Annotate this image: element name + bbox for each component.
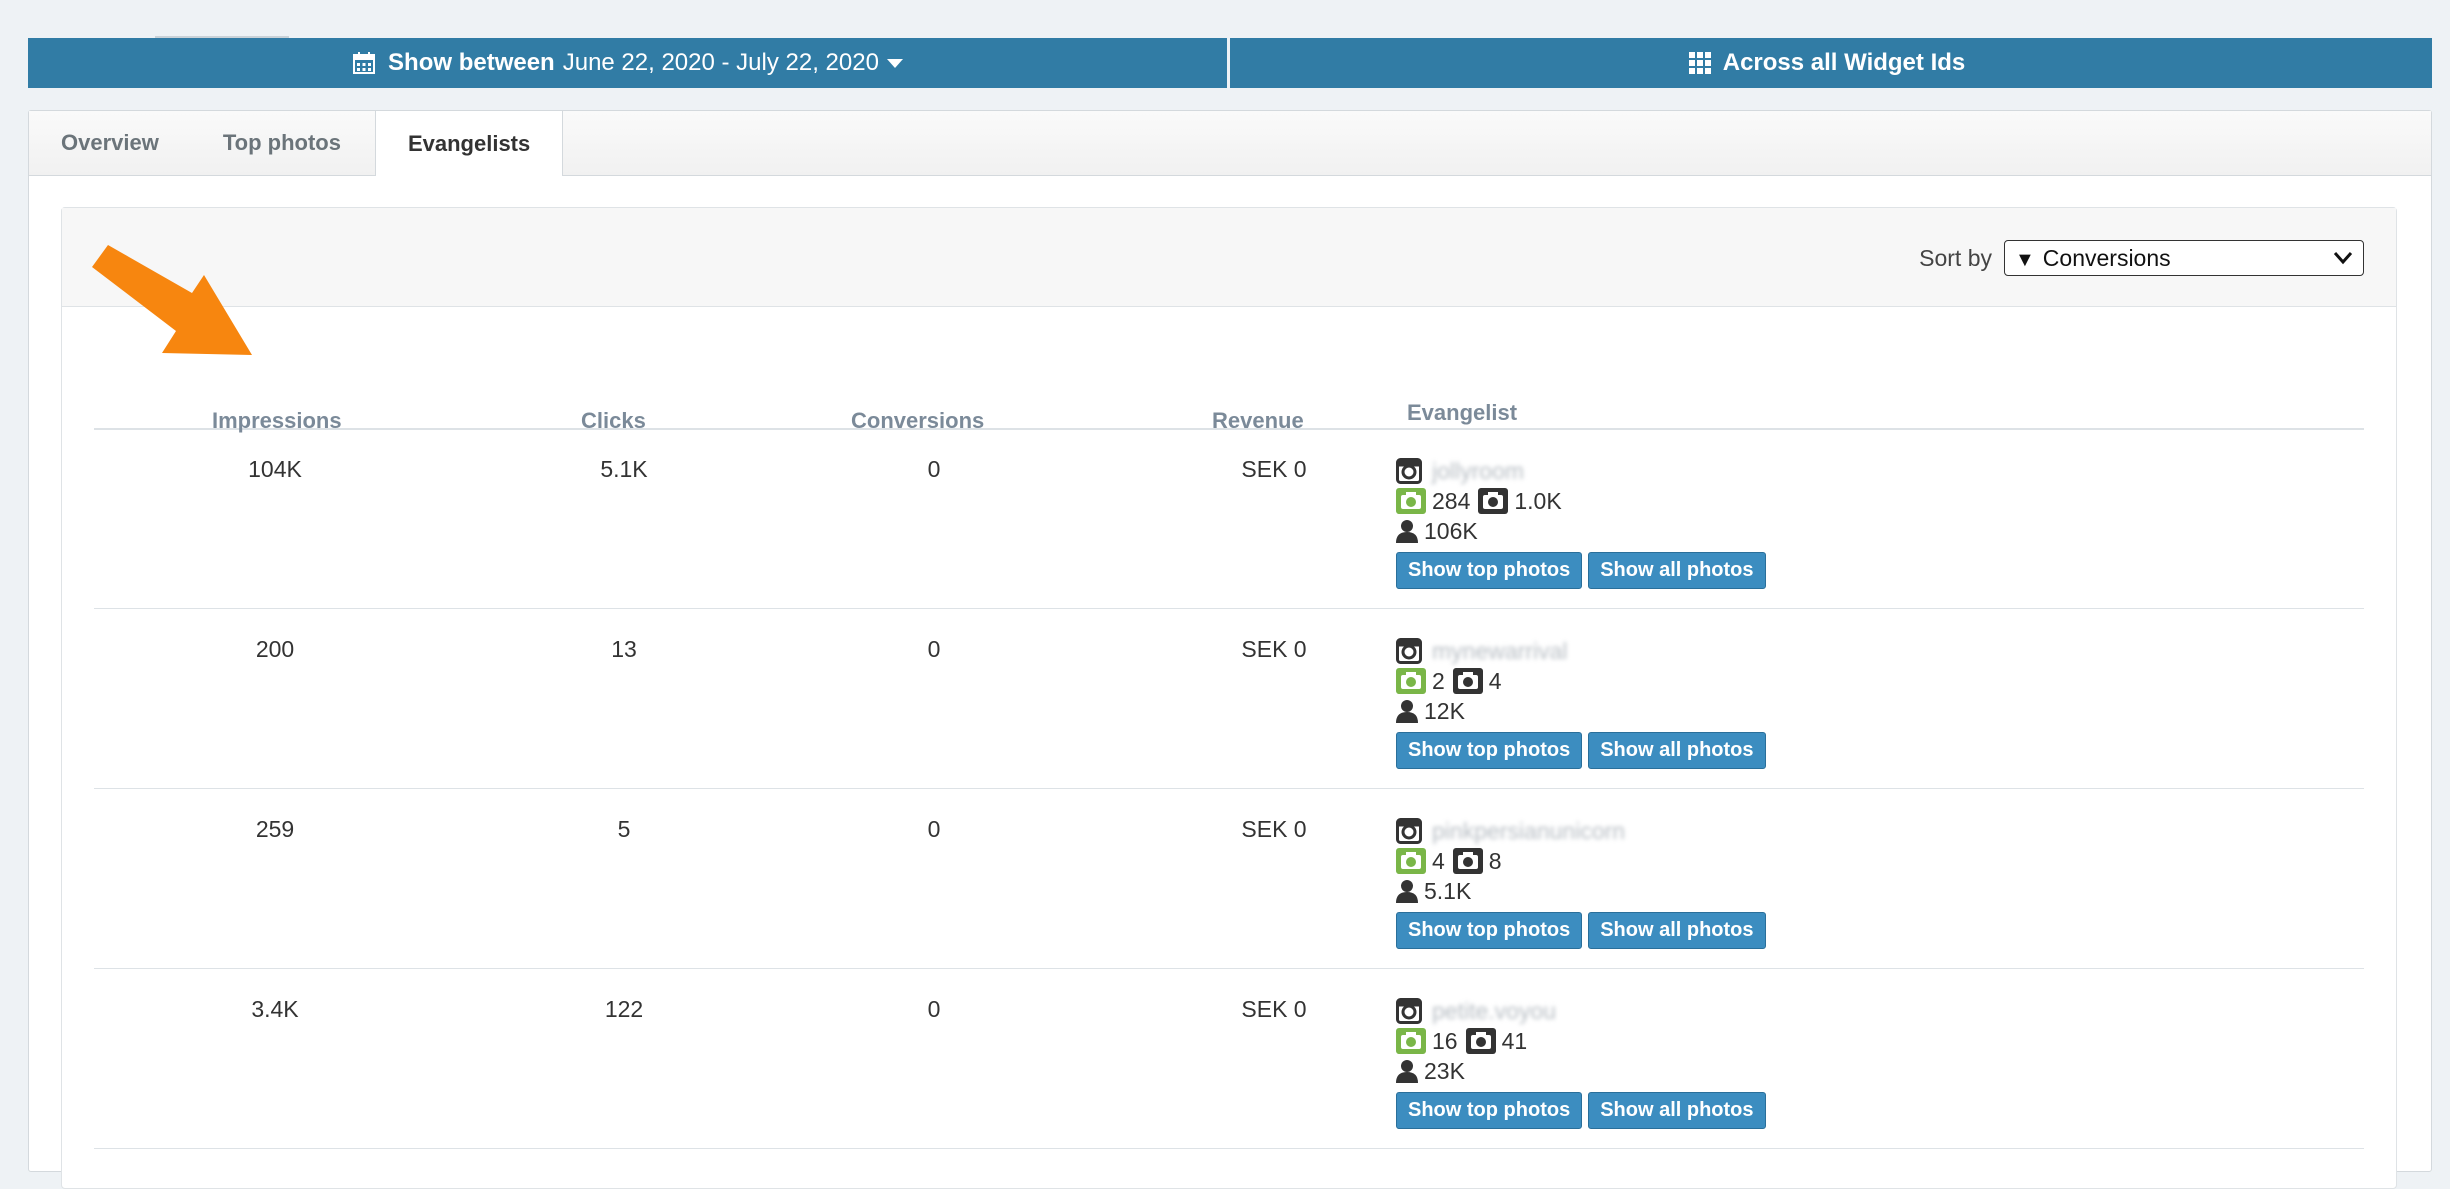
sort-label: Sort by [1919,244,1992,271]
evangelist-info: pinkpersianunicorn 4 8 5.1K Show top phot… [1396,816,1772,949]
camera-icon [1452,848,1483,874]
cell-revenue: SEK 0 [1241,996,1307,1022]
camera-green-icon [1396,488,1426,514]
tab-top-photos[interactable]: Top photos [191,111,373,175]
camera-green-icon [1396,1028,1426,1054]
cell-impressions: 200 [255,636,295,662]
user-icon [1396,879,1418,903]
followers-count: 106K [1424,517,1478,544]
table-row: 259 5 0 SEK 0 pinkpersianunicorn 4 8 5.1K… [94,790,2364,969]
table-row: 200 13 0 SEK 0 mynewarrival 2 4 12K Show … [94,610,2364,789]
photos-dark-count: 41 [1501,1027,1528,1054]
main-panel: Overview Top photos Evangelists Sort by … [28,110,2432,1189]
evangelist-info: mynewarrival 2 4 12K Show top photos Show … [1396,636,1772,769]
evangelist-username[interactable]: pinkpersianunicorn [1432,818,1625,845]
sort-selected-value: Conversions [2042,244,2171,271]
cell-impressions: 259 [255,816,295,842]
user-icon [1396,699,1418,723]
calendar-icon [353,52,376,74]
cell-impressions: 3.4K [251,996,299,1022]
tab-evangelists[interactable]: Evangelists [374,111,564,176]
column-evangelist: Evangelist [1407,400,1518,425]
show-all-photos-button[interactable]: Show all photos [1588,552,1766,589]
caret-down-icon [886,58,903,68]
show-all-photos-button[interactable]: Show all photos [1588,1092,1766,1129]
camera-icon [1452,668,1483,694]
show-top-photos-button[interactable]: Show top photos [1396,552,1583,589]
camera-icon [1478,488,1509,514]
followers-count: 23K [1424,1057,1465,1084]
sort-control: Sort by ▼ Conversions [1919,240,2364,276]
evangelist-username[interactable]: petite.voyou [1432,998,1556,1025]
instagram-icon [1396,458,1422,484]
instagram-icon [1396,638,1422,664]
chevron-down-icon [2333,252,2353,265]
cell-impressions: 104K [248,456,302,482]
camera-green-icon [1396,848,1426,874]
photos-green-count: 284 [1432,487,1471,514]
show-top-photos-button[interactable]: Show top photos [1396,732,1583,769]
cell-clicks: 122 [604,996,644,1022]
date-range-value: June 22, 2020 - July 22, 2020 [562,49,879,76]
evangelists-card: Sort by ▼ Conversions Impressions Clicks … [61,207,2397,1189]
cell-clicks: 13 [611,636,637,662]
table-header: Impressions Clicks Conversions Revenue E… [94,368,2364,433]
camera-green-icon [1396,668,1426,694]
cell-revenue: SEK 0 [1241,816,1307,842]
cell-conversions: 0 [927,996,941,1022]
filter-bar: Show between June 22, 2020 - July 22, 20… [28,38,2432,88]
cell-conversions: 0 [927,816,941,842]
photos-green-count: 2 [1432,667,1445,694]
instagram-icon [1396,998,1422,1024]
date-range-dropdown[interactable]: Show between June 22, 2020 - July 22, 20… [28,38,1227,88]
annotation-arrow-icon [92,245,252,355]
sort-select[interactable]: ▼ Conversions [2004,240,2364,276]
date-prefix: Show between [388,49,555,76]
show-all-photos-button[interactable]: Show all photos [1588,732,1766,769]
cell-clicks: 5 [617,816,631,842]
user-icon [1396,1059,1418,1083]
cell-conversions: 0 [927,456,941,482]
tab-bar: Overview Top photos Evangelists [29,111,2431,176]
sort-desc-icon: ▼ [2015,248,2035,271]
photos-green-count: 4 [1432,847,1445,874]
cell-revenue: SEK 0 [1241,636,1307,662]
followers-count: 5.1K [1424,877,1472,904]
card-header: Sort by ▼ Conversions [62,208,2396,307]
cell-conversions: 0 [927,636,941,662]
user-icon [1396,519,1418,543]
show-top-photos-button[interactable]: Show top photos [1396,1092,1583,1129]
table-row: 3.4K 122 0 SEK 0 petite.voyou 16 41 23K S… [94,970,2364,1149]
widget-scope-label: Across all Widget Ids [1722,49,1966,76]
show-top-photos-button[interactable]: Show top photos [1396,912,1583,949]
grid-icon [1688,52,1711,74]
show-all-photos-button[interactable]: Show all photos [1588,912,1766,949]
widget-scope-button[interactable]: Across all Widget Ids [1230,38,2432,88]
tab-overview[interactable]: Overview [29,111,191,175]
evangelist-username[interactable]: mynewarrival [1432,638,1567,665]
followers-count: 12K [1424,697,1465,724]
photos-green-count: 16 [1432,1027,1458,1054]
cell-clicks: 5.1K [600,456,648,482]
photos-dark-count: 1.0K [1514,487,1562,514]
photos-dark-count: 8 [1488,847,1502,874]
instagram-icon [1396,818,1422,844]
photos-dark-count: 4 [1488,667,1502,694]
evangelist-info: jollyroom 284 1.0K 106K Show top photos Sh… [1396,456,1772,589]
table-row: 104K 5.1K 0 SEK 0 jollyroom 284 1.0K 106K… [94,430,2364,609]
evangelist-username[interactable]: jollyroom [1432,458,1524,485]
evangelist-info: petite.voyou 16 41 23K Show top photos Sho… [1396,996,1772,1129]
cell-revenue: SEK 0 [1241,456,1307,482]
camera-icon [1465,1028,1496,1054]
